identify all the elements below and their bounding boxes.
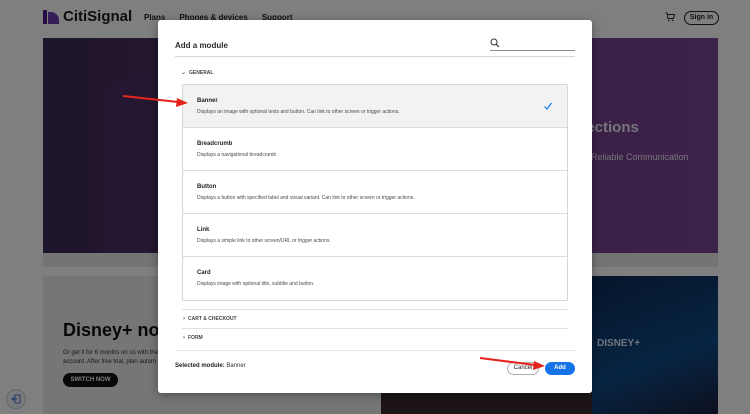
- module-card-banner[interactable]: Banner Displays an image with optional t…: [183, 85, 567, 128]
- module-description: Displays image with optional title, subt…: [197, 281, 315, 287]
- cancel-button[interactable]: Cancel: [507, 362, 539, 375]
- module-card-link[interactable]: Link Displays a simple link to other scr…: [183, 214, 567, 257]
- header-divider: [175, 56, 575, 57]
- module-card-card[interactable]: Card Displays image with optional title,…: [183, 257, 567, 300]
- search-field[interactable]: [490, 38, 575, 51]
- module-description: Displays a navigational breadcrumb: [197, 152, 277, 158]
- footer-divider: [175, 350, 575, 351]
- module-title: Button: [197, 184, 217, 190]
- selected-module-text: Selected module: Banner: [175, 363, 246, 369]
- module-card-breadcrumb[interactable]: Breadcrumb Displays a navigational bread…: [183, 128, 567, 171]
- search-icon: [490, 38, 500, 48]
- group-label: GENERAL: [189, 70, 214, 76]
- module-title: Banner: [197, 98, 218, 104]
- module-card-button[interactable]: Button Displays a button with specified …: [183, 171, 567, 214]
- add-module-dialog: Add a module ⌄ GENERAL Banner Displays a…: [158, 20, 592, 393]
- module-description: Displays an image with optional texts an…: [197, 109, 400, 115]
- group-label: FORM: [188, 334, 203, 341]
- chevron-down-icon: ⌄: [181, 70, 187, 76]
- module-description: Displays a simple link to other screen/U…: [197, 238, 331, 244]
- group-header-general[interactable]: ⌄ GENERAL: [181, 70, 213, 76]
- group-label: CART & CHECKOUT: [188, 315, 237, 322]
- add-button[interactable]: Add: [545, 362, 575, 375]
- dialog-title: Add a module: [175, 41, 228, 50]
- module-title: Link: [197, 227, 210, 233]
- checkmark-icon: [544, 102, 552, 110]
- module-title: Card: [197, 270, 211, 276]
- group-header-form[interactable]: › FORM: [182, 328, 568, 346]
- module-description: Displays a button with specified label a…: [197, 195, 415, 201]
- group-header-cart-checkout[interactable]: › CART & CHECKOUT: [182, 309, 568, 327]
- selected-module-value: Banner: [226, 363, 246, 369]
- chevron-right-icon: ›: [183, 334, 185, 341]
- module-list: Banner Displays an image with optional t…: [182, 84, 568, 301]
- selected-module-label: Selected module:: [175, 363, 225, 369]
- search-input[interactable]: [503, 38, 573, 49]
- chevron-right-icon: ›: [183, 315, 185, 322]
- module-title: Breadcrumb: [197, 141, 233, 147]
